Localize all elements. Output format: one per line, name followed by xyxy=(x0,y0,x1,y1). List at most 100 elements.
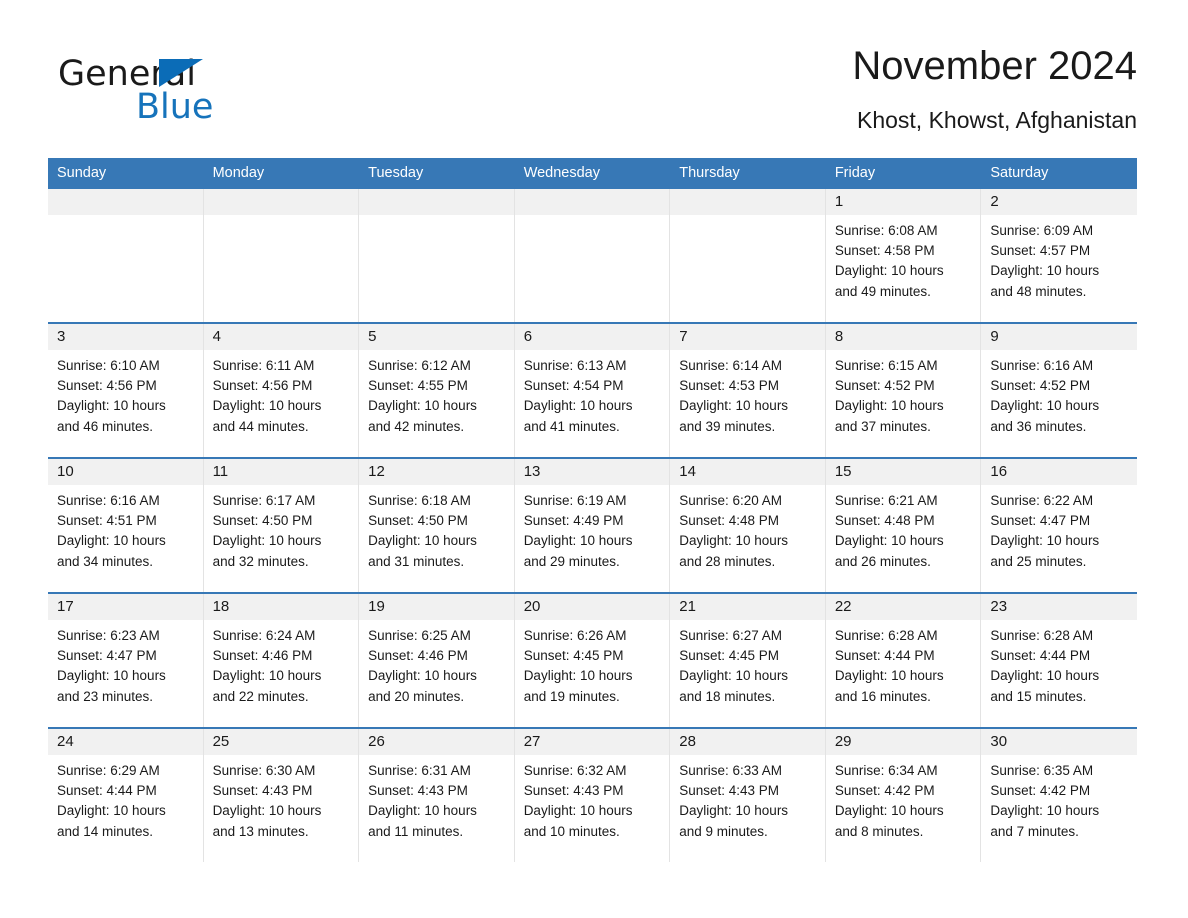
day-cell[interactable]: 30 Sunrise: 6:35 AM Sunset: 4:42 PM Dayligh… xyxy=(981,729,1137,862)
calendar-cell: 26 Sunrise: 6:31 AM Sunset: 4:43 PM Dayligh… xyxy=(359,727,515,862)
day-cell[interactable]: 8 Sunrise: 6:15 AM Sunset: 4:52 PM Daylight… xyxy=(825,324,982,457)
day-cell[interactable]: 25 Sunrise: 6:30 AM Sunset: 4:43 PM Dayligh… xyxy=(203,729,360,862)
day-details: Sunrise: 6:25 AM Sunset: 4:46 PM Daylight:… xyxy=(359,620,514,707)
sunrise-text: Sunrise: 6:18 AM xyxy=(368,493,471,508)
sunset-text: Sunset: 4:53 PM xyxy=(679,378,780,394)
day-cell[interactable]: 3 Sunrise: 6:10 AM Sunset: 4:56 PM Daylight… xyxy=(48,324,204,457)
day-number: 6 xyxy=(514,324,670,350)
day-details: Sunrise: 6:28 AM Sunset: 4:44 PM Daylight:… xyxy=(981,620,1137,707)
daylight-text-line1: Daylight: 10 hours xyxy=(212,533,322,549)
day-cell[interactable]: 1 Sunrise: 6:08 AM Sunset: 4:58 PM Daylight… xyxy=(825,189,982,322)
sunrise-text: Sunrise: 6:12 AM xyxy=(368,358,471,373)
day-cell-empty xyxy=(514,189,671,322)
day-cell[interactable]: 19 Sunrise: 6:25 AM Sunset: 4:46 PM Dayligh… xyxy=(359,594,515,727)
daylight-text-line2: and 20 minutes. xyxy=(368,688,465,704)
day-number: 30 xyxy=(981,729,1137,755)
sunrise-text: Sunrise: 6:11 AM xyxy=(212,358,315,373)
daylight-text-line2: and 48 minutes. xyxy=(990,283,1087,299)
day-details: Sunrise: 6:20 AM Sunset: 4:48 PM Daylight:… xyxy=(670,485,825,572)
sunset-text: Sunset: 4:54 PM xyxy=(523,378,624,394)
calendar-cell: 5 Sunrise: 6:12 AM Sunset: 4:55 PM Daylight… xyxy=(359,322,515,458)
daylight-text-line1: Daylight: 10 hours xyxy=(368,668,477,684)
day-details: Sunrise: 6:22 AM Sunset: 4:47 PM Daylight:… xyxy=(981,485,1137,572)
day-cell[interactable]: 15 Sunrise: 6:21 AM Sunset: 4:48 PM Dayligh… xyxy=(825,459,982,592)
day-cell[interactable]: 21 Sunrise: 6:27 AM Sunset: 4:45 PM Dayligh… xyxy=(670,594,826,727)
sunrise-text: Sunrise: 6:09 AM xyxy=(990,223,1094,238)
day-cell[interactable]: 26 Sunrise: 6:31 AM Sunset: 4:43 PM Dayligh… xyxy=(359,729,515,862)
daylight-text-line1: Daylight: 10 hours xyxy=(990,803,1100,819)
day-number: 1 xyxy=(825,189,981,215)
day-number: 16 xyxy=(981,459,1137,485)
sunrise-text: Sunrise: 6:19 AM xyxy=(523,493,627,508)
sunset-text: Sunset: 4:56 PM xyxy=(57,378,157,394)
calendar-cell: 13 Sunrise: 6:19 AM Sunset: 4:49 PM Dayligh… xyxy=(514,457,671,593)
day-details: Sunrise: 6:32 AM Sunset: 4:43 PM Daylight:… xyxy=(515,755,670,842)
calendar-cell: 22 Sunrise: 6:28 AM Sunset: 4:44 PM Dayligh… xyxy=(825,592,982,728)
daylight-text-line2: and 34 minutes. xyxy=(57,553,154,569)
daylight-text-line1: Daylight: 10 hours xyxy=(57,533,166,549)
sunset-text: Sunset: 4:50 PM xyxy=(368,513,468,529)
sunset-text: Sunset: 4:43 PM xyxy=(679,783,780,799)
day-cell[interactable]: 16 Sunrise: 6:22 AM Sunset: 4:47 PM Dayligh… xyxy=(981,459,1137,592)
day-cell[interactable]: 23 Sunrise: 6:28 AM Sunset: 4:44 PM Dayligh… xyxy=(981,594,1137,727)
day-cell[interactable]: 4 Sunrise: 6:11 AM Sunset: 4:56 PM Daylight… xyxy=(203,324,360,457)
day-details: Sunrise: 6:14 AM Sunset: 4:53 PM Daylight:… xyxy=(670,350,825,437)
day-cell[interactable]: 11 Sunrise: 6:17 AM Sunset: 4:50 PM Dayligh… xyxy=(203,459,360,592)
calendar-table: Sunday Monday Tuesday Wednesday Thursday Frid… xyxy=(48,158,1137,862)
daylight-text-line1: Daylight: 10 hours xyxy=(990,668,1100,684)
sunrise-text: Sunrise: 6:28 AM xyxy=(990,628,1094,643)
day-cell[interactable]: 22 Sunrise: 6:28 AM Sunset: 4:44 PM Dayligh… xyxy=(825,594,982,727)
daylight-text-line2: and 41 minutes. xyxy=(523,418,620,434)
sunrise-text: Sunrise: 6:26 AM xyxy=(523,628,627,643)
day-cell[interactable]: 6 Sunrise: 6:13 AM Sunset: 4:54 PM Daylight… xyxy=(514,324,671,457)
day-details: Sunrise: 6:09 AM Sunset: 4:57 PM Daylight:… xyxy=(981,215,1137,302)
calendar-cell: 4 Sunrise: 6:11 AM Sunset: 4:56 PM Daylight… xyxy=(203,322,360,458)
daylight-text-line2: and 49 minutes. xyxy=(834,283,931,299)
day-cell[interactable]: 7 Sunrise: 6:14 AM Sunset: 4:53 PM Daylight… xyxy=(670,324,826,457)
day-number: 28 xyxy=(670,729,825,755)
sunrise-text: Sunrise: 6:35 AM xyxy=(990,763,1094,778)
sunrise-text: Sunrise: 6:20 AM xyxy=(679,493,783,508)
day-details: Sunrise: 6:27 AM Sunset: 4:45 PM Daylight:… xyxy=(670,620,825,707)
day-details: Sunrise: 6:12 AM Sunset: 4:55 PM Daylight:… xyxy=(359,350,514,437)
day-cell[interactable]: 10 Sunrise: 6:16 AM Sunset: 4:51 PM Dayligh… xyxy=(48,459,204,592)
day-cell[interactable]: 27 Sunrise: 6:32 AM Sunset: 4:43 PM Dayligh… xyxy=(514,729,671,862)
calendar-page: General Blue November 2024 Khost, Khowst… xyxy=(0,0,1188,918)
calendar-week-row: 10 Sunrise: 6:16 AM Sunset: 4:51 PM Dayligh… xyxy=(48,457,1137,593)
daylight-text-line1: Daylight: 10 hours xyxy=(57,398,166,414)
weekday-header-saturday: Saturday xyxy=(981,158,1137,189)
day-cell[interactable]: 12 Sunrise: 6:18 AM Sunset: 4:50 PM Dayligh… xyxy=(359,459,515,592)
day-cell[interactable]: 29 Sunrise: 6:34 AM Sunset: 4:42 PM Dayligh… xyxy=(825,729,982,862)
day-cell[interactable]: 17 Sunrise: 6:23 AM Sunset: 4:47 PM Dayligh… xyxy=(48,594,204,727)
generalblue-logo[interactable]: General Blue xyxy=(58,54,288,134)
sunset-text: Sunset: 4:52 PM xyxy=(834,378,935,394)
daylight-text-line2: and 8 minutes. xyxy=(834,823,924,839)
day-cell[interactable]: 18 Sunrise: 6:24 AM Sunset: 4:46 PM Dayligh… xyxy=(203,594,360,727)
sunset-text: Sunset: 4:46 PM xyxy=(212,648,313,664)
day-cell-empty xyxy=(48,189,204,322)
calendar-header-row: Sunday Monday Tuesday Wednesday Thursday Frid… xyxy=(48,158,1137,189)
daylight-text-line2: and 39 minutes. xyxy=(679,418,776,434)
daylight-text-line2: and 31 minutes. xyxy=(368,553,465,569)
daylight-text-line2: and 42 minutes. xyxy=(368,418,465,434)
daylight-text-line1: Daylight: 10 hours xyxy=(990,533,1100,549)
daylight-text-line1: Daylight: 10 hours xyxy=(679,668,789,684)
sunset-text: Sunset: 4:43 PM xyxy=(523,783,624,799)
day-details: Sunrise: 6:26 AM Sunset: 4:45 PM Daylight:… xyxy=(515,620,670,707)
day-details: Sunrise: 6:19 AM Sunset: 4:49 PM Daylight:… xyxy=(515,485,670,572)
day-cell[interactable]: 9 Sunrise: 6:16 AM Sunset: 4:52 PM Daylight… xyxy=(981,324,1137,457)
day-cell[interactable]: 14 Sunrise: 6:20 AM Sunset: 4:48 PM Dayligh… xyxy=(670,459,826,592)
day-number: 25 xyxy=(203,729,359,755)
day-details: Sunrise: 6:16 AM Sunset: 4:52 PM Daylight:… xyxy=(981,350,1137,437)
day-cell[interactable]: 24 Sunrise: 6:29 AM Sunset: 4:44 PM Dayligh… xyxy=(48,729,204,862)
sunset-text: Sunset: 4:52 PM xyxy=(990,378,1091,394)
day-number xyxy=(514,189,670,215)
day-cell[interactable]: 5 Sunrise: 6:12 AM Sunset: 4:55 PM Daylight… xyxy=(359,324,515,457)
day-cell-empty xyxy=(359,189,515,322)
day-number xyxy=(670,189,825,215)
day-cell[interactable]: 20 Sunrise: 6:26 AM Sunset: 4:45 PM Dayligh… xyxy=(514,594,671,727)
day-cell[interactable]: 28 Sunrise: 6:33 AM Sunset: 4:43 PM Dayligh… xyxy=(670,729,826,862)
day-cell[interactable]: 2 Sunrise: 6:09 AM Sunset: 4:57 PM Daylight… xyxy=(981,189,1137,322)
daylight-text-line2: and 28 minutes. xyxy=(679,553,776,569)
day-cell[interactable]: 13 Sunrise: 6:19 AM Sunset: 4:49 PM Dayligh… xyxy=(514,459,671,592)
